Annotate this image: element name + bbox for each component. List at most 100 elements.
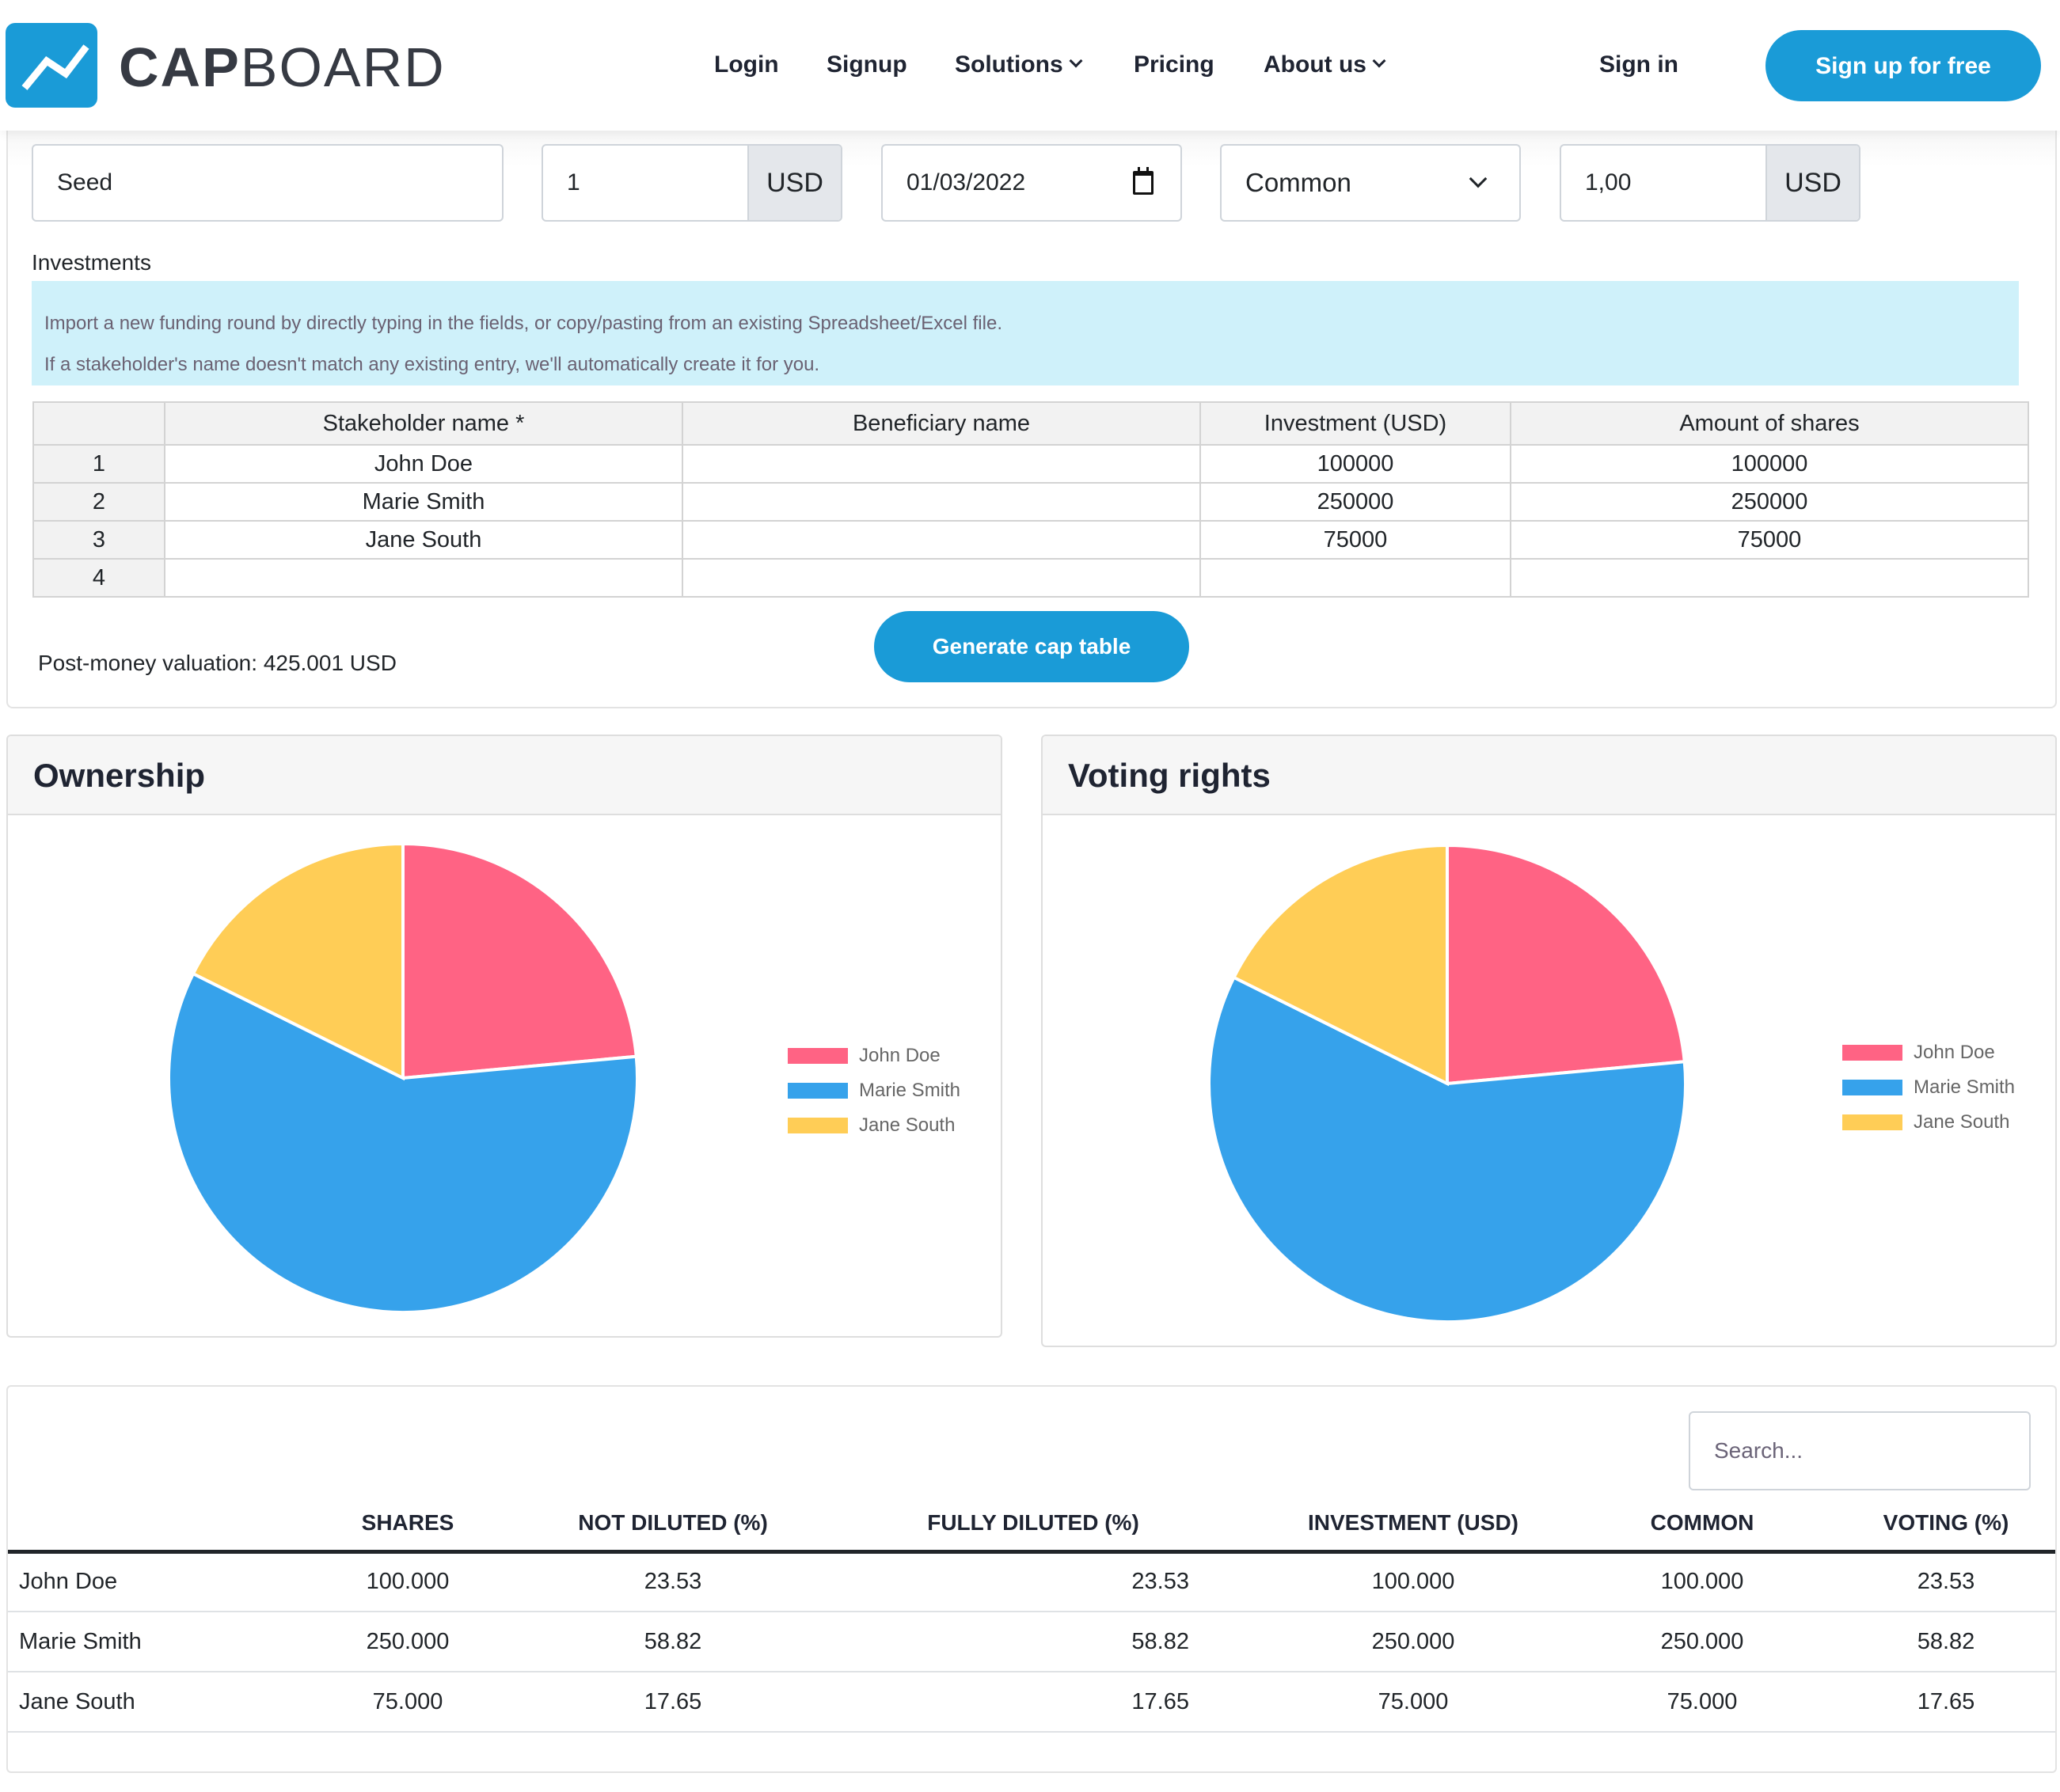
nav-login[interactable]: Login [714, 47, 779, 82]
investment-value: 100.000 [1259, 1551, 1568, 1612]
stakeholder-name: John Doe [8, 1551, 277, 1612]
shares-value: 100.000 [277, 1551, 538, 1612]
nav-pricing-label: Pricing [1134, 51, 1214, 78]
column-header-not-diluted[interactable]: NOT DILUTED (%) [538, 1496, 808, 1554]
voting-value: 17.65 [1837, 1672, 2055, 1733]
nav-pricing[interactable]: Pricing [1134, 47, 1214, 82]
logo-text-light: BOARD [240, 36, 446, 98]
legend-swatch [788, 1083, 848, 1099]
column-header-shares[interactable]: SHARES [277, 1496, 538, 1554]
capboard-logo-icon[interactable] [6, 23, 97, 108]
info-line: If a stakeholder's name doesn't match an… [44, 354, 820, 375]
sign-in-link[interactable]: Sign in [1599, 47, 1678, 82]
legend-item[interactable]: Jane South [1842, 1105, 2015, 1140]
calendar-icon[interactable] [1133, 167, 1154, 195]
common-value: 100.000 [1568, 1551, 1837, 1612]
round-date-input[interactable]: 01/03/2022 [881, 144, 1182, 222]
nominal-value-input[interactable]: 1,00 USD [1560, 144, 1860, 222]
column-header-voting[interactable]: VOTING (%) [1837, 1496, 2055, 1554]
nav-about-us[interactable]: About us [1264, 47, 1386, 82]
fully-diluted-value: 23.53 [808, 1551, 1259, 1612]
round-name-input[interactable]: Seed [32, 144, 504, 222]
sign-up-button[interactable]: Sign up for free [1765, 30, 2041, 101]
beneficiary-cell[interactable] [682, 444, 1201, 484]
shares-cell[interactable]: 250000 [1510, 482, 2029, 522]
spreadsheet-row: 1 John Doe 100000 100000 [32, 444, 2029, 484]
column-header-beneficiary: Beneficiary name [682, 401, 1201, 446]
investment-cell[interactable]: 100000 [1199, 444, 1511, 484]
logo-text-bold: CAP [119, 36, 241, 98]
not-diluted-value: 58.82 [538, 1612, 808, 1672]
logo-wordmark[interactable]: CAPBOARD [119, 40, 446, 95]
info-alert: Import a new funding round by directly t… [32, 281, 2019, 385]
cap-table-search-input[interactable] [1689, 1411, 2031, 1490]
stakeholder-cell[interactable]: John Doe [164, 444, 683, 484]
legend-item[interactable]: John Doe [788, 1038, 960, 1073]
nav-about-us-label: About us [1264, 51, 1366, 78]
post-money-valuation: Post-money valuation: 425.001 USD [38, 651, 397, 675]
legend-item[interactable]: Marie Smith [1842, 1070, 2015, 1105]
trend-line-icon [21, 44, 89, 90]
row-number: 1 [32, 444, 165, 484]
common-value: 75.000 [1568, 1672, 1837, 1733]
chart-legend: John Doe Marie Smith Jane South [1842, 1035, 2015, 1140]
spreadsheet-row: 3 Jane South 75000 75000 [32, 520, 2029, 560]
fully-diluted-value: 58.82 [808, 1612, 1259, 1672]
stakeholder-cell[interactable] [164, 558, 683, 598]
legend-item[interactable]: Marie Smith [788, 1073, 960, 1108]
ownership-chart-card: Ownership John Doe Marie Smith Jane South [6, 735, 1002, 1338]
stakeholder-cell[interactable]: Marie Smith [164, 482, 683, 522]
column-header-rownum [32, 401, 165, 446]
column-header-common[interactable]: COMMON [1568, 1496, 1837, 1554]
beneficiary-cell[interactable] [682, 520, 1201, 560]
column-header-fully-diluted[interactable]: FULLY DILUTED (%) [808, 1496, 1259, 1554]
stakeholder-name: Jane South [8, 1672, 277, 1733]
investment-cell[interactable]: 250000 [1199, 482, 1511, 522]
shares-value: 250.000 [277, 1612, 538, 1672]
voting-value: 23.53 [1837, 1551, 2055, 1612]
investment-cell[interactable] [1199, 558, 1511, 598]
voting-rights-chart-card: Voting rights John Doe Marie Smith Jane So… [1041, 735, 2057, 1347]
column-header-name [8, 1496, 277, 1554]
cap-table-row: Jane South 75.000 17.65 17.65 75.000 75.… [8, 1672, 2055, 1733]
price-per-share-value: 1 [567, 169, 580, 196]
not-diluted-value: 17.65 [538, 1672, 808, 1733]
voting-value: 58.82 [1837, 1612, 2055, 1672]
cap-table: SHARES NOT DILUTED (%) FULLY DILUTED (%)… [8, 1496, 2055, 1792]
column-header-investment: Investment (USD) [1199, 401, 1511, 446]
share-class-select[interactable]: Common [1220, 144, 1521, 222]
generate-cap-table-button[interactable]: Generate cap table [874, 611, 1189, 682]
legend-label: Marie Smith [1914, 1076, 2016, 1098]
stakeholder-cell[interactable]: Jane South [164, 520, 683, 560]
chart-legend: John Doe Marie Smith Jane South [788, 1038, 960, 1143]
pie-slice-john-doe[interactable] [401, 841, 638, 1080]
legend-label: Marie Smith [859, 1080, 961, 1101]
row-number: 2 [32, 482, 165, 522]
legend-item[interactable]: John Doe [1842, 1035, 2015, 1070]
pie-slice-john-doe[interactable] [1446, 843, 1686, 1086]
investment-value: 250.000 [1259, 1612, 1568, 1672]
card-header: Ownership [8, 736, 1001, 815]
column-header-investment[interactable]: INVESTMENT (USD) [1259, 1496, 1568, 1554]
share-class-value: Common [1245, 168, 1351, 197]
beneficiary-cell[interactable] [682, 482, 1201, 522]
chevron-down-icon [1469, 169, 1488, 188]
chart-title: Ownership [33, 757, 206, 794]
spreadsheet-row: 2 Marie Smith 250000 250000 [32, 482, 2029, 522]
common-value: 250.000 [1568, 1612, 1837, 1672]
chevron-down-icon [1372, 54, 1386, 68]
row-number: 3 [32, 520, 165, 560]
beneficiary-cell[interactable] [682, 558, 1201, 598]
nav-solutions[interactable]: Solutions [955, 47, 1083, 82]
cap-table-row: Marie Smith 250.000 58.82 58.82 250.000 … [8, 1612, 2055, 1672]
legend-swatch [1842, 1045, 1902, 1061]
shares-cell[interactable] [1510, 558, 2029, 598]
shares-cell[interactable]: 75000 [1510, 520, 2029, 560]
legend-item[interactable]: Jane South [788, 1108, 960, 1143]
legend-label: John Doe [859, 1045, 941, 1066]
nominal-value-value: 1,00 [1585, 169, 1632, 196]
investment-cell[interactable]: 75000 [1199, 520, 1511, 560]
price-per-share-input[interactable]: 1 USD [542, 144, 842, 222]
nav-signup[interactable]: Signup [827, 47, 907, 82]
shares-cell[interactable]: 100000 [1510, 444, 2029, 484]
